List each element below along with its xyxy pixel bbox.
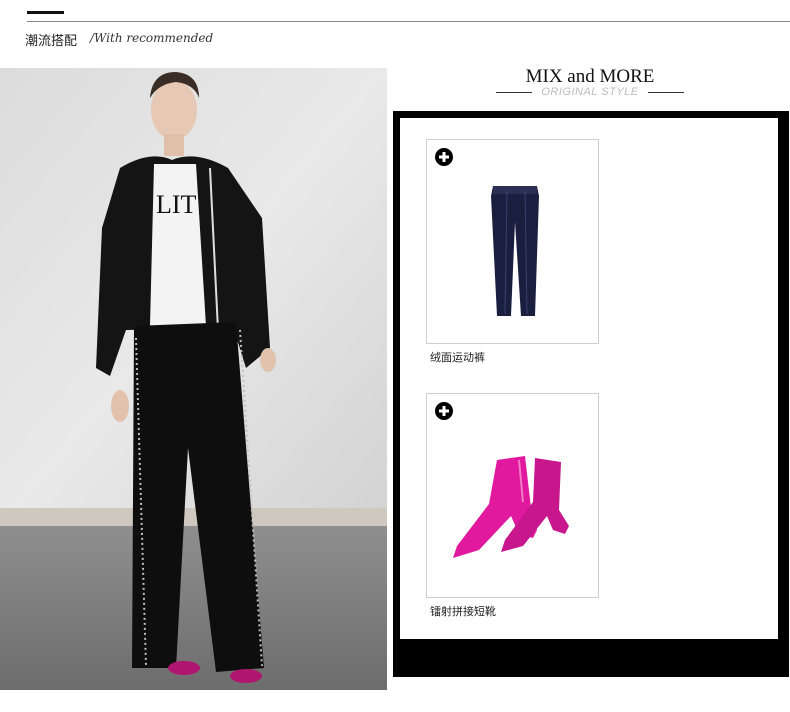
svg-text:LIT: LIT (156, 190, 197, 219)
product-card-boots[interactable] (426, 393, 599, 598)
product-image-boots (453, 456, 569, 558)
product-name-pants[interactable]: 绒面运动裤 (430, 349, 485, 365)
recommend-panel: 绒面运动裤 镭射拼接短靴 (393, 111, 789, 677)
header-divider (27, 21, 790, 22)
plus-circle-icon[interactable] (435, 402, 453, 420)
section-title: 潮流搭配 (25, 34, 78, 49)
product-card-pants[interactable] (426, 139, 599, 344)
product-name-boots[interactable]: 镭射拼接短靴 (430, 603, 496, 619)
mix-subtitle-line-right (648, 92, 684, 93)
section-subtitle: /With recommended (90, 31, 214, 45)
plus-circle-icon[interactable] (435, 148, 453, 166)
mix-title: MIX and MORE (525, 66, 655, 87)
header-accent-bar (27, 11, 64, 14)
product-image-pants (491, 186, 539, 316)
recommend-panel-inner: 绒面运动裤 镭射拼接短靴 (400, 118, 778, 639)
model-photo: LIT (0, 68, 387, 690)
